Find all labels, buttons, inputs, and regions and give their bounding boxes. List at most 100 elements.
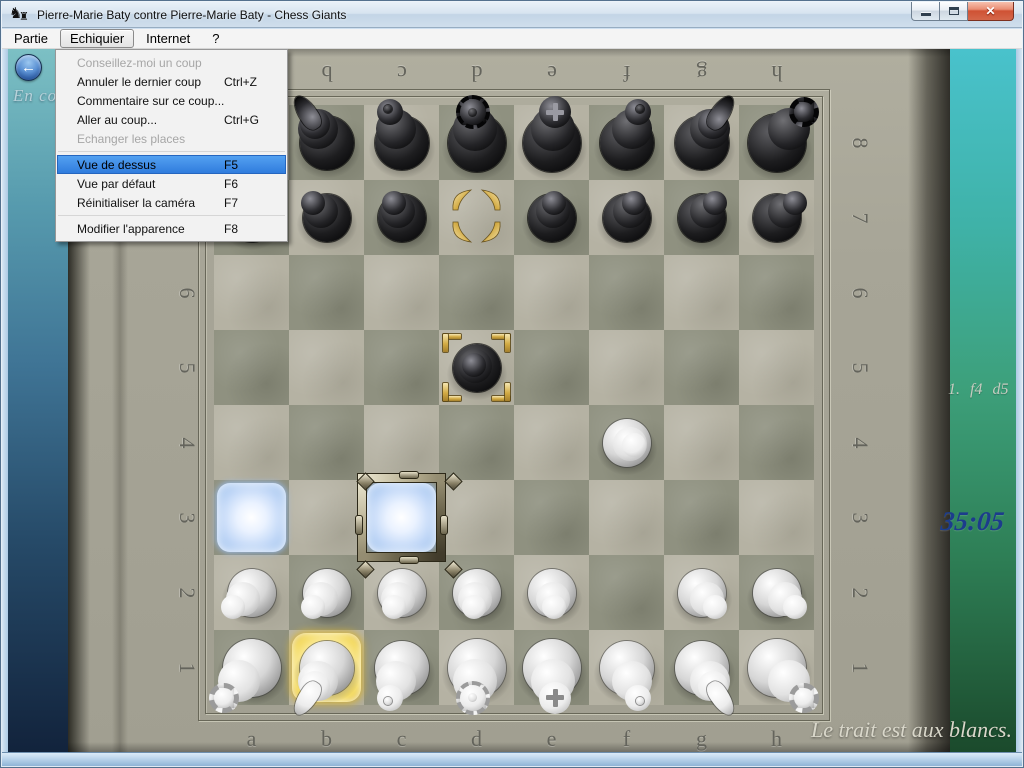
piece-white-knight-b1[interactable]	[289, 630, 364, 705]
piece-white-knight-g1[interactable]	[664, 630, 739, 705]
square-a4[interactable]	[214, 405, 289, 480]
piece-black-pawn-c7[interactable]	[364, 180, 439, 255]
piece-black-knight-b8[interactable]	[289, 105, 364, 180]
square-h6[interactable]	[739, 255, 814, 330]
piece-white-pawn-a2[interactable]	[214, 555, 289, 630]
piece-black-queen-d8[interactable]	[439, 105, 514, 180]
piece-black-pawn-h7[interactable]	[739, 180, 814, 255]
square-d6[interactable]	[439, 255, 514, 330]
menu-item-label: Annuler le dernier coup	[77, 75, 201, 89]
piece-white-pawn-g2[interactable]	[664, 555, 739, 630]
piece-black-pawn-b7[interactable]	[289, 180, 364, 255]
frame-edge-ornament	[355, 515, 363, 535]
coord-left-3: 3	[174, 505, 200, 531]
piece-white-pawn-e2[interactable]	[514, 555, 589, 630]
piece-white-bishop-c1[interactable]	[364, 630, 439, 705]
turn-status-text: Le trait est aux blancs.	[770, 717, 1012, 743]
last-move-from-marker	[439, 180, 514, 255]
square-f3[interactable]	[589, 480, 664, 555]
back-button[interactable]: ←	[15, 54, 42, 81]
menu-item-label: Conseillez-moi un coup	[77, 56, 202, 70]
piece-white-queen-d1[interactable]	[439, 630, 514, 705]
square-d3[interactable]	[439, 480, 514, 555]
menu-item-label: Echanger les places	[77, 132, 185, 146]
piece-black-pawn-f7[interactable]	[589, 180, 664, 255]
square-h5[interactable]	[739, 330, 814, 405]
square-c6[interactable]	[364, 255, 439, 330]
piece-black-pawn-e7[interactable]	[514, 180, 589, 255]
menu-item-modifier-l-apparence[interactable]: Modifier l'apparenceF8	[57, 219, 286, 238]
square-f2[interactable]	[589, 555, 664, 630]
piece-white-pawn-c2[interactable]	[364, 555, 439, 630]
square-b6[interactable]	[289, 255, 364, 330]
menu-item-shortcut: F8	[224, 222, 276, 236]
piece-white-pawn-d2[interactable]	[439, 555, 514, 630]
square-g5[interactable]	[664, 330, 739, 405]
menu-item-vue-par-defaut[interactable]: Vue par défautF6	[57, 174, 286, 193]
menu-item-shortcut: F5	[224, 158, 276, 172]
piece-black-pawn-g7[interactable]	[664, 180, 739, 255]
menu-separator	[58, 215, 285, 216]
king-cross-icon	[553, 103, 558, 121]
coord-top-f: f	[614, 60, 640, 86]
menu-item-annuler-le-dernier-coup[interactable]: Annuler le dernier coupCtrl+Z	[57, 72, 286, 91]
hover-square-frame[interactable]	[358, 474, 445, 561]
piece-black-pawn-d5[interactable]	[439, 330, 514, 405]
square-b4[interactable]	[289, 405, 364, 480]
piece-white-rook-h1[interactable]	[739, 630, 814, 705]
frame-edge-ornament	[399, 471, 419, 479]
menu-item-shortcut: Ctrl+G	[224, 113, 276, 127]
square-e4[interactable]	[514, 405, 589, 480]
gold-claw-mark	[450, 188, 474, 212]
square-c4[interactable]	[364, 405, 439, 480]
coord-top-d: d	[464, 60, 490, 86]
coord-top-b: b	[314, 60, 340, 86]
square-a5[interactable]	[214, 330, 289, 405]
move-list: 1. f4 d5	[948, 381, 1018, 399]
square-b3[interactable]	[289, 480, 364, 555]
piece-black-king-e8[interactable]	[514, 105, 589, 180]
square-d4[interactable]	[439, 405, 514, 480]
coord-bottom-f: f	[614, 726, 640, 752]
square-g4[interactable]	[664, 405, 739, 480]
square-e6[interactable]	[514, 255, 589, 330]
square-e3[interactable]	[514, 480, 589, 555]
move-target-highlight	[217, 483, 286, 552]
square-g3[interactable]	[664, 480, 739, 555]
coord-right-5: 5	[847, 355, 873, 381]
piece-black-rook-h8[interactable]	[739, 105, 814, 180]
square-h3[interactable]	[739, 480, 814, 555]
window-frame-right	[1016, 49, 1022, 752]
coord-bottom-g: g	[689, 726, 715, 752]
coord-right-6: 6	[847, 280, 873, 306]
piece-white-bishop-f1[interactable]	[589, 630, 664, 705]
coord-right-4: 4	[847, 430, 873, 456]
piece-black-bishop-c8[interactable]	[364, 105, 439, 180]
piece-white-pawn-b2[interactable]	[289, 555, 364, 630]
coord-bottom-a: a	[239, 726, 265, 752]
piece-black-bishop-f8[interactable]	[589, 105, 664, 180]
square-c5[interactable]	[364, 330, 439, 405]
piece-white-pawn-h2[interactable]	[739, 555, 814, 630]
square-f6[interactable]	[589, 255, 664, 330]
menu-item-vue-de-dessus[interactable]: Vue de dessusF5	[57, 155, 286, 174]
square-f5[interactable]	[589, 330, 664, 405]
menu-item-aller-au-coup[interactable]: Aller au coup...Ctrl+G	[57, 110, 286, 129]
square-g6[interactable]	[664, 255, 739, 330]
coord-left-4: 4	[174, 430, 200, 456]
piece-black-knight-g8[interactable]	[664, 105, 739, 180]
piece-white-pawn-f4[interactable]	[589, 405, 664, 480]
coord-top-g: g	[689, 60, 715, 86]
piece-white-king-e1[interactable]	[514, 630, 589, 705]
coord-right-7: 7	[847, 205, 873, 231]
square-a6[interactable]	[214, 255, 289, 330]
gold-claw-mark	[479, 188, 503, 212]
square-b5[interactable]	[289, 330, 364, 405]
menu-item-commentaire-sur-ce-coup[interactable]: Commentaire sur ce coup...	[57, 91, 286, 110]
piece-white-rook-a1[interactable]	[214, 630, 289, 705]
coord-right-8: 8	[847, 130, 873, 156]
square-h4[interactable]	[739, 405, 814, 480]
menu-item-reinitialiser-la-camera[interactable]: Réinitialiser la caméraF7	[57, 193, 286, 212]
coord-right-3: 3	[847, 505, 873, 531]
square-e5[interactable]	[514, 330, 589, 405]
